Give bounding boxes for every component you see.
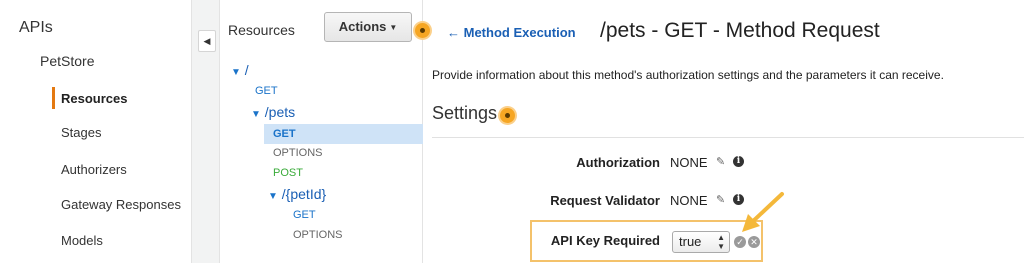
collapse-panel-button[interactable]: ◀ bbox=[198, 30, 216, 52]
info-icon[interactable]: i bbox=[733, 156, 744, 167]
page-description: Provide information about this method's … bbox=[432, 68, 944, 82]
nav-apis-link[interactable]: APIs bbox=[19, 19, 53, 37]
expand-triangle-icon: ▼ bbox=[268, 191, 278, 202]
divider bbox=[432, 137, 1024, 138]
hotspot-marker-icon bbox=[500, 108, 515, 123]
page-title: /pets - GET - Method Request bbox=[600, 19, 880, 42]
request-validator-label: Request Validator bbox=[550, 193, 660, 208]
tree-root[interactable]: ▼ / bbox=[231, 62, 249, 78]
expand-triangle-icon: ▼ bbox=[251, 109, 261, 120]
nav-item-gateway-responses[interactable]: Gateway Responses bbox=[61, 197, 181, 212]
method-root-get[interactable]: GET bbox=[255, 85, 278, 97]
nav-item-resources[interactable]: Resources bbox=[61, 91, 127, 106]
arrow-left-icon: ← bbox=[447, 25, 460, 40]
request-validator-value: NONE bbox=[670, 193, 708, 208]
expand-triangle-icon: ▼ bbox=[231, 67, 241, 78]
nav-api-name[interactable]: PetStore bbox=[40, 53, 94, 69]
resources-title: Resources bbox=[228, 22, 295, 38]
pencil-icon[interactable]: ✎ bbox=[716, 155, 725, 168]
annotation-arrow-icon bbox=[742, 192, 784, 232]
pencil-icon[interactable]: ✎ bbox=[716, 193, 725, 206]
hotspot-marker-icon bbox=[415, 23, 430, 38]
nav-item-models[interactable]: Models bbox=[61, 233, 103, 248]
tree-petid[interactable]: ▼ /{petId} bbox=[268, 186, 326, 202]
select-updown-icon: ▲ ▼ bbox=[717, 233, 725, 251]
method-petid-get[interactable]: GET bbox=[293, 209, 316, 221]
settings-heading: Settings bbox=[432, 103, 498, 123]
chevron-left-icon: ◀ bbox=[203, 36, 211, 46]
method-petid-options[interactable]: OPTIONS bbox=[293, 229, 343, 241]
caret-down-icon: ▼ bbox=[389, 22, 398, 32]
nav-item-authorizers[interactable]: Authorizers bbox=[61, 162, 127, 177]
nav-active-indicator bbox=[52, 87, 55, 109]
actions-button[interactable]: Actions ▼ bbox=[324, 12, 412, 42]
method-execution-link[interactable]: ← Method Execution bbox=[447, 25, 576, 40]
authorization-value: NONE bbox=[670, 155, 708, 170]
nav-item-stages[interactable]: Stages bbox=[61, 125, 101, 140]
authorization-label: Authorization bbox=[576, 155, 660, 170]
method-pets-options[interactable]: OPTIONS bbox=[273, 147, 323, 159]
tree-pets[interactable]: ▼ /pets bbox=[251, 104, 295, 120]
method-pets-get[interactable]: GET bbox=[273, 128, 296, 140]
api-key-required-label: API Key Required bbox=[550, 233, 660, 248]
api-key-required-select[interactable]: true ▲ ▼ bbox=[672, 231, 730, 253]
method-pets-post[interactable]: POST bbox=[273, 167, 303, 179]
